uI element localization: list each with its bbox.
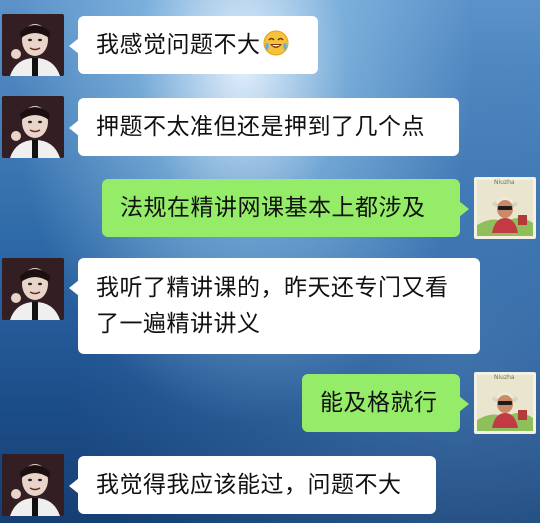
outgoing-message-bubble[interactable]: 能及格就行 bbox=[302, 374, 469, 432]
message-text: 能及格就行 bbox=[320, 390, 438, 416]
contact-avatar[interactable] bbox=[2, 258, 64, 320]
message-text: 我觉得我应该能过，问题不大 bbox=[96, 472, 402, 498]
contact-avatar[interactable] bbox=[2, 14, 64, 76]
message-text: 我感觉问题不大 bbox=[96, 32, 261, 58]
incoming-message-bubble[interactable]: 我觉得我应该能过，问题不大 bbox=[69, 456, 436, 514]
my-avatar[interactable]: Niuzha bbox=[474, 177, 536, 239]
laughing-crying-emoji-icon bbox=[263, 30, 289, 56]
message-text-line: 了一遍精讲讲义 bbox=[96, 311, 261, 337]
avatar-caption: Niuzha bbox=[494, 179, 515, 186]
outgoing-message-bubble[interactable]: 法规在精讲网课基本上都涉及 bbox=[102, 179, 469, 237]
incoming-message-bubble[interactable]: 押题不太准但还是押到了几个点 bbox=[69, 98, 459, 156]
message-text: 押题不太准但还是押到了几个点 bbox=[96, 114, 425, 140]
incoming-message-bubble[interactable]: 我感觉问题不大 bbox=[69, 16, 318, 74]
message-text-line: 我听了精讲课的，昨天还专门又看 bbox=[96, 275, 449, 301]
chat-window: 我感觉问题不大 押题不太准但还是押到了几个点 法规在精讲网课基本上都涉及 Niu… bbox=[0, 0, 540, 523]
contact-avatar[interactable] bbox=[2, 454, 64, 516]
incoming-message-bubble[interactable]: 我听了精讲课的，昨天还专门又看 了一遍精讲讲义 bbox=[69, 258, 480, 354]
message-text: 法规在精讲网课基本上都涉及 bbox=[120, 195, 426, 221]
my-avatar[interactable]: Niuzha bbox=[474, 372, 536, 434]
contact-avatar[interactable] bbox=[2, 96, 64, 158]
avatar-caption: Niuzha bbox=[494, 374, 515, 381]
